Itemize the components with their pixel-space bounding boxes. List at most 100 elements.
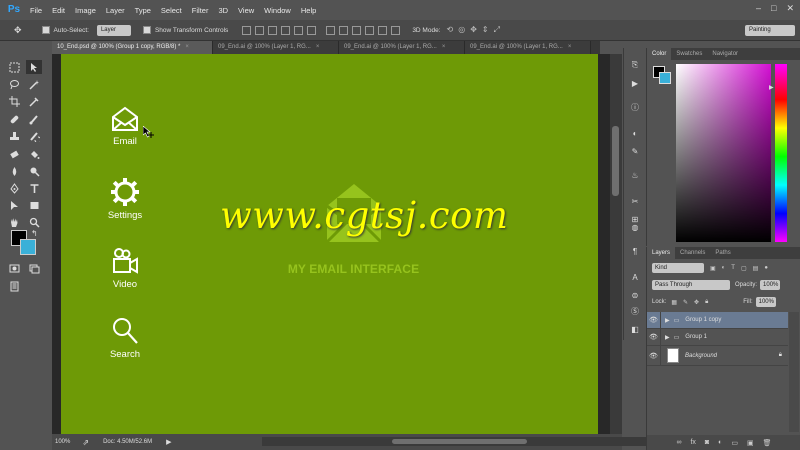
quick-mask-button[interactable]: [6, 261, 22, 275]
actions-panel-icon[interactable]: ▶: [628, 76, 642, 90]
horizontal-scrollbar[interactable]: [262, 437, 657, 446]
show-transform-checkbox[interactable]: [142, 26, 151, 34]
vertical-scrollbar[interactable]: [610, 54, 622, 434]
auto-select-checkbox[interactable]: [41, 26, 50, 34]
background-color-swatch[interactable]: [20, 239, 36, 255]
filter-type-icon[interactable]: T: [731, 265, 735, 272]
tab-swatches[interactable]: Swatches: [671, 48, 707, 60]
horizontal-scroll-thumb[interactable]: [392, 439, 527, 444]
tool-shape[interactable]: [26, 198, 42, 212]
expand-arrow-icon[interactable]: ▶: [665, 334, 670, 341]
history-panel-icon[interactable]: ⎘: [628, 58, 642, 72]
screen-mode-button[interactable]: [26, 261, 42, 275]
tool-stamp[interactable]: [6, 129, 22, 143]
filter-smart-object-icon[interactable]: ▤: [753, 265, 759, 272]
layer-group-1[interactable]: 👁︎ ▶ ▭ Group 1: [647, 328, 788, 346]
close-button[interactable]: ✕: [786, 3, 794, 14]
hue-slider-handle-icon[interactable]: ▶: [769, 84, 774, 91]
align-left-icon[interactable]: [281, 25, 291, 35]
visibility-eye-icon[interactable]: 👁︎: [647, 328, 661, 346]
tool-healing[interactable]: [6, 112, 22, 126]
add-mask-icon[interactable]: ◙: [705, 439, 709, 446]
expand-arrow-icon[interactable]: ▶: [665, 317, 670, 324]
tab-channels[interactable]: Channels: [675, 247, 710, 259]
distribute-right-icon[interactable]: [391, 25, 401, 35]
distribute-top-icon[interactable]: [326, 25, 336, 35]
minimize-button[interactable]: –: [756, 3, 761, 14]
menu-file[interactable]: File: [30, 6, 42, 15]
filter-adjustment-icon[interactable]: ◐: [722, 265, 726, 272]
delete-layer-icon[interactable]: 🗑︎: [763, 439, 772, 447]
lock-position-icon[interactable]: ✥: [694, 299, 699, 306]
new-group-icon[interactable]: ▭: [731, 439, 738, 447]
align-hcenter-icon[interactable]: [294, 25, 304, 35]
paragraph-panel-icon[interactable]: ¶: [628, 244, 642, 258]
layer-background[interactable]: 👁︎ Background 🔒︎: [647, 345, 788, 366]
3d-panel-icon[interactable]: ◍: [628, 220, 642, 234]
menu-layer[interactable]: Layer: [106, 6, 125, 15]
close-tab-icon[interactable]: ×: [316, 44, 320, 50]
tool-bucket[interactable]: [26, 147, 42, 161]
lock-image-icon[interactable]: ✎: [683, 299, 688, 306]
tool-magic-wand[interactable]: [26, 77, 42, 91]
3d-pan-icon[interactable]: ✥: [470, 25, 477, 35]
filter-toggle-icon[interactable]: ●: [764, 265, 768, 272]
workspace-dropdown[interactable]: Painting: [745, 24, 795, 36]
distribute-hcenter-icon[interactable]: [378, 25, 388, 35]
opacity-input[interactable]: 100%: [760, 280, 781, 290]
visibility-eye-icon[interactable]: 👁︎: [647, 311, 661, 329]
tab-color[interactable]: Color: [647, 48, 672, 60]
character-panel-icon[interactable]: A: [628, 270, 642, 284]
edit-toolbar-button[interactable]: [6, 279, 22, 293]
align-vcenter-icon[interactable]: [255, 25, 265, 35]
3d-mode-icons[interactable]: ⟲ ◎ ✥ ⇕ ⤢: [447, 25, 501, 35]
tool-zoom[interactable]: [26, 215, 42, 229]
status-menu-arrow-icon[interactable]: ▶: [166, 438, 171, 446]
link-layers-icon[interactable]: ∞: [676, 439, 681, 446]
tool-history-brush[interactable]: [26, 129, 42, 143]
align-top-icon[interactable]: [242, 25, 252, 35]
layers-scrollbar[interactable]: [789, 312, 799, 432]
brush-panel-icon[interactable]: ♨: [628, 168, 642, 182]
visibility-eye-icon[interactable]: 👁︎: [647, 345, 661, 366]
tab-09-end-3[interactable]: 09_End.ai @ 100% (Layer 1, RG... ×: [465, 41, 591, 54]
close-tab-icon[interactable]: ×: [568, 44, 572, 50]
tool-crop[interactable]: [6, 94, 22, 108]
tab-10-end[interactable]: 10_End.psd @ 100% (Group 1 copy, RGB/8) …: [52, 41, 213, 54]
adjustments-panel-icon[interactable]: ◐: [628, 126, 642, 140]
tool-marquee[interactable]: [6, 60, 22, 74]
menu-type[interactable]: Type: [135, 6, 151, 15]
vertical-scroll-thumb[interactable]: [612, 126, 619, 196]
filter-pixel-icon[interactable]: ▣: [710, 265, 716, 272]
distribute-bottom-icon[interactable]: [352, 25, 362, 35]
swap-colors-icon[interactable]: ↰: [31, 229, 38, 238]
3d-scale-icon[interactable]: ⤢: [494, 25, 500, 35]
3d-rotate-icon[interactable]: ⟲: [447, 25, 454, 35]
menu-filter[interactable]: Filter: [192, 6, 209, 15]
tool-hand[interactable]: [6, 215, 22, 229]
panel-background-swatch[interactable]: [659, 72, 671, 84]
close-tab-icon[interactable]: ×: [185, 44, 189, 50]
tab-paths[interactable]: Paths: [710, 247, 735, 259]
glyphs-panel-icon[interactable]: Ⓢ: [628, 304, 642, 318]
info-panel-icon[interactable]: ⓘ: [628, 100, 642, 114]
tool-lasso[interactable]: [6, 77, 22, 91]
move-tool-icon[interactable]: ✥: [14, 25, 22, 36]
lock-transparent-icon[interactable]: ▦: [671, 299, 677, 306]
zoom-level[interactable]: 100%: [55, 439, 70, 445]
tool-pen[interactable]: [6, 181, 22, 195]
3d-slide-icon[interactable]: ⇕: [482, 25, 489, 35]
tool-move[interactable]: [26, 60, 42, 74]
lock-all-icon[interactable]: 🔒︎: [705, 299, 708, 306]
align-right-icon[interactable]: [307, 25, 317, 35]
auto-select-dropdown[interactable]: Layer: [96, 24, 131, 36]
tool-brush[interactable]: [26, 112, 42, 126]
align-bottom-icon[interactable]: [268, 25, 278, 35]
share-icon[interactable]: ⇗: [82, 438, 89, 447]
fill-input[interactable]: 100%: [755, 297, 776, 307]
canvas[interactable]: Email Settings Video Search MY EMAIL INT…: [61, 54, 598, 434]
menu-image[interactable]: Image: [75, 6, 96, 15]
tool-dodge[interactable]: [26, 164, 42, 178]
brush-presets-icon[interactable]: ✎: [628, 144, 642, 158]
maximize-button[interactable]: □: [771, 3, 776, 14]
